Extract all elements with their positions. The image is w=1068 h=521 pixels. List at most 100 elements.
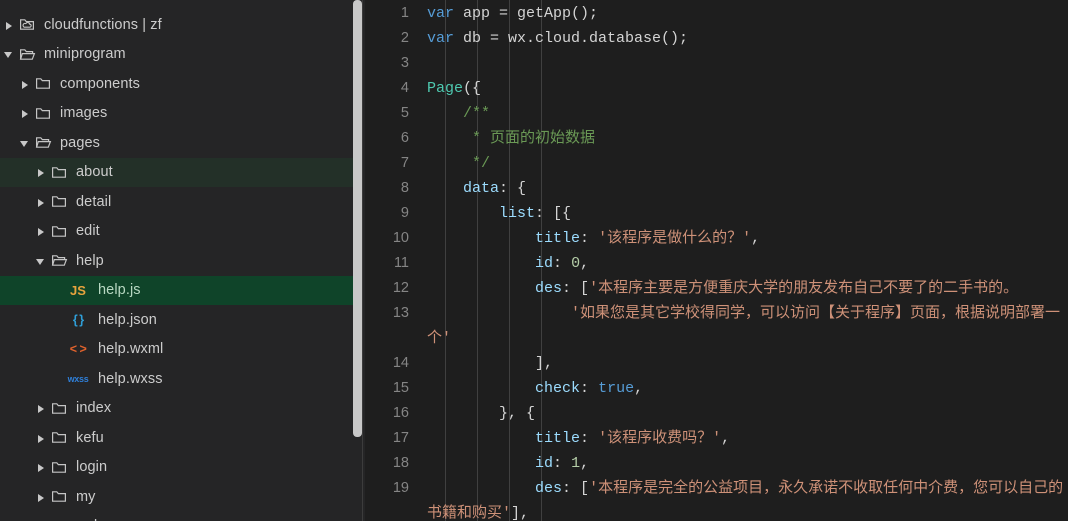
chevron-right-icon[interactable]: [18, 77, 32, 91]
code-line-text[interactable]: id: 0,: [427, 251, 1068, 276]
code-line[interactable]: 6 * 页面的初始数据: [365, 126, 1068, 151]
code-line[interactable]: 3: [365, 51, 1068, 76]
tree-item-help-json[interactable]: { } help.json: [0, 305, 355, 335]
code-line-text[interactable]: var db = wx.cloud.database();: [427, 26, 1068, 51]
code-line[interactable]: 5 /**: [365, 101, 1068, 126]
tree-item-my[interactable]: my: [0, 482, 355, 512]
tree-item-label: index: [76, 400, 112, 417]
code-line-text[interactable]: var app = getApp();: [427, 1, 1068, 26]
code-line-text[interactable]: title: '该程序收费吗？',: [427, 426, 1068, 451]
code-line-text[interactable]: des: ['本程序是完全的公益项目，永久承诺不收取任何中介费，您可以自己的书籍…: [427, 476, 1068, 521]
chevron-right-icon[interactable]: [18, 106, 32, 120]
sidebar-scrollbar-thumb[interactable]: [353, 0, 362, 437]
tree-item-cloudfunctions-zf[interactable]: cloudfunctions | zf: [0, 10, 355, 40]
chevron-right-icon[interactable]: [34, 490, 48, 504]
token-prop: check: [427, 380, 581, 397]
chevron-right-icon[interactable]: [34, 431, 48, 445]
code-line[interactable]: 14 ],: [365, 351, 1068, 376]
code-line[interactable]: 2 var db = wx.cloud.database();: [365, 26, 1068, 51]
code-line-text[interactable]: list: [{: [427, 201, 1068, 226]
code-line[interactable]: 10 title: '该程序是做什么的？',: [365, 226, 1068, 251]
folder-open-icon: [48, 253, 70, 268]
code-line-text[interactable]: ],: [427, 351, 1068, 376]
code-line[interactable]: 18 id: 1,: [365, 451, 1068, 476]
no-twisty-spacer: [50, 313, 64, 327]
tree-item-images[interactable]: images: [0, 99, 355, 129]
token-pun: :: [580, 380, 599, 397]
code-line[interactable]: 16 }, {: [365, 401, 1068, 426]
code-line-text[interactable]: Page({: [427, 76, 1068, 101]
tree-item-help-js[interactable]: JS help.js: [0, 275, 355, 305]
line-number: 13: [392, 305, 409, 321]
token-pun: :: [553, 455, 572, 472]
token-pun: ,: [634, 380, 644, 397]
tree-item-login[interactable]: login: [0, 453, 355, 483]
tree-item-order[interactable]: order: [0, 512, 355, 521]
tree-item-help-wxss[interactable]: wxss help.wxss: [0, 364, 355, 394]
code-line-text[interactable]: * 页面的初始数据: [427, 126, 1068, 151]
token-kw: var: [427, 30, 455, 47]
code-line[interactable]: 8 data: {: [365, 176, 1068, 201]
code-line[interactable]: 12 des: ['本程序主要是方便重庆大学的朋友发布自己不要了的二手书的。: [365, 276, 1068, 301]
code-editor[interactable]: 1 var app = getApp(); 2 var db = wx.cloud.d…: [365, 0, 1068, 521]
json-file-icon: { }: [72, 312, 84, 327]
tree-item-pages[interactable]: pages: [0, 128, 355, 158]
chevron-right-icon[interactable]: [34, 224, 48, 238]
tree-item-edit[interactable]: edit: [0, 217, 355, 247]
code-line-text[interactable]: [427, 51, 1068, 76]
line-number: 3: [400, 55, 409, 71]
chevron-right-icon[interactable]: [34, 195, 48, 209]
code-line-text[interactable]: */: [427, 151, 1068, 176]
chevron-down-icon[interactable]: [2, 47, 16, 61]
editor-window: cloudfunctions | zf miniprogram components…: [0, 0, 1068, 521]
code-line-text[interactable]: /**: [427, 101, 1068, 126]
tree-item-help[interactable]: help: [0, 246, 355, 276]
code-line-text[interactable]: }, {: [427, 401, 1068, 426]
code-line[interactable]: 11 id: 0,: [365, 251, 1068, 276]
chevron-down-icon[interactable]: [18, 136, 32, 150]
folder-icon: [48, 489, 70, 504]
chevron-right-icon[interactable]: [2, 18, 16, 32]
code-line-text[interactable]: '如果您是其它学校得同学，可以访问【关于程序】页面，根据说明部署一个': [427, 301, 1068, 351]
code-line[interactable]: 13 '如果您是其它学校得同学，可以访问【关于程序】页面，根据说明部署一个': [365, 301, 1068, 351]
token-pun: ],: [427, 355, 554, 372]
tree-item-help-wxml[interactable]: < > help.wxml: [0, 335, 355, 365]
tree-item-components[interactable]: components: [0, 69, 355, 99]
token-pun: ,: [751, 230, 761, 247]
code-line-text[interactable]: des: ['本程序主要是方便重庆大学的朋友发布自己不要了的二手书的。: [427, 276, 1068, 301]
line-number: 17: [392, 430, 409, 446]
line-number: 9: [400, 205, 409, 221]
code-line-text[interactable]: data: {: [427, 176, 1068, 201]
chevron-right-icon[interactable]: [34, 460, 48, 474]
token-str: '本程序主要是方便重庆大学的朋友发布自己不要了的二手书的。: [589, 280, 1019, 297]
folder-cloud-icon: [16, 17, 38, 32]
tree-item-label: help.json: [98, 311, 157, 328]
code-line[interactable]: 1 var app = getApp();: [365, 1, 1068, 26]
tree-item-kefu[interactable]: kefu: [0, 423, 355, 453]
tree-item-detail[interactable]: detail: [0, 187, 355, 217]
code-line-text[interactable]: title: '该程序是做什么的？',: [427, 226, 1068, 251]
code-line[interactable]: 9 list: [{: [365, 201, 1068, 226]
sidebar-scrollbar[interactable]: [353, 0, 362, 521]
code-line[interactable]: 19 des: ['本程序是完全的公益项目，永久承诺不收取任何中介费，您可以自己…: [365, 476, 1068, 521]
code-line-text[interactable]: id: 1,: [427, 451, 1068, 476]
tree-item-about[interactable]: about: [0, 157, 355, 187]
code-line-text[interactable]: check: true,: [427, 376, 1068, 401]
chevron-right-icon[interactable]: [34, 165, 48, 179]
tree-item-index[interactable]: index: [0, 394, 355, 424]
chevron-down-icon[interactable]: [34, 254, 48, 268]
chevron-right-icon[interactable]: [34, 401, 48, 415]
line-number: 8: [400, 180, 409, 196]
tree-item-miniprogram[interactable]: miniprogram: [0, 40, 355, 70]
code-line[interactable]: 15 check: true,: [365, 376, 1068, 401]
code-line[interactable]: 17 title: '该程序收费吗？',: [365, 426, 1068, 451]
code-line[interactable]: 4 Page({: [365, 76, 1068, 101]
tree-item-label: pages: [60, 134, 101, 151]
token-pun: :: [580, 430, 599, 447]
token-str: '该程序是做什么的？': [598, 230, 752, 247]
tree-item-label: kefu: [76, 429, 104, 446]
code-line[interactable]: 7 */: [365, 151, 1068, 176]
code-content[interactable]: 1 var app = getApp(); 2 var db = wx.cloud.d…: [365, 0, 1068, 521]
file-tree[interactable]: cloudfunctions | zf miniprogram components…: [0, 0, 355, 521]
no-twisty-spacer: [50, 372, 64, 386]
